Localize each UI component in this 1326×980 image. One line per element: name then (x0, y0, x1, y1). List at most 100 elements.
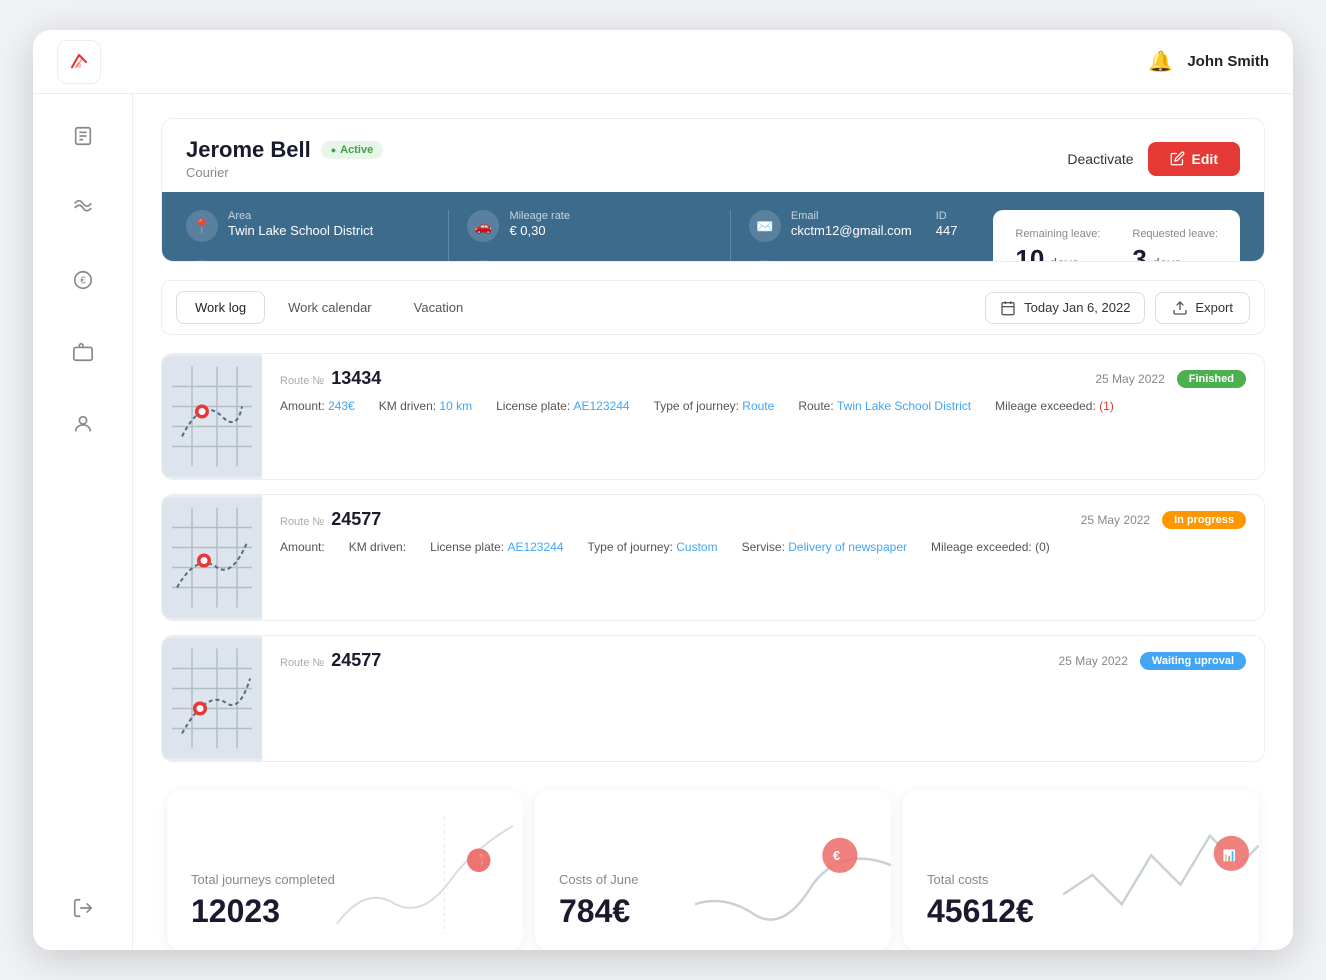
export-button[interactable]: Export (1155, 292, 1250, 324)
phone-icon: 📞 (749, 260, 781, 262)
notification-bell-icon[interactable]: 🔔 (1148, 49, 1173, 74)
status-badge-2: In progress (1162, 511, 1246, 529)
svg-text:📍: 📍 (475, 853, 490, 867)
top-bar: 🔔 John Smith (33, 30, 1293, 94)
profile-role: Courier (186, 165, 383, 180)
detail-route-1: Route: Twin Lake School District (798, 399, 971, 413)
sidebar: € (33, 94, 133, 950)
info-col-3: ✉️ Email ckctm12@gmail.com ID (749, 210, 993, 262)
route-number-2: Route № 24577 (280, 509, 381, 530)
deactivate-button[interactable]: Deactivate (1067, 151, 1133, 167)
export-label: Export (1195, 300, 1233, 315)
detail-km-1: KM driven: 10 km (379, 399, 472, 413)
route-card: Route № 24577 25 May 2022 Waiting uprova… (161, 635, 1265, 762)
route-map-2 (162, 495, 262, 620)
detail-mileage-1: Mileage exceeded: (1) (995, 399, 1114, 413)
tabs-row: Work log Work calendar Vacation Today Ja… (161, 280, 1265, 335)
info-phone: 📞 Phone (+33)7 65 55 72 67 (749, 260, 993, 262)
detail-journey-2: Type of journey: Custom (588, 540, 718, 554)
route-card: Route № 13434 25 May 2022 Finished Amoun… (161, 353, 1265, 480)
route-date-3: 25 May 2022 (1059, 654, 1128, 668)
remaining-leave-label: Remaining leave: (1015, 228, 1100, 240)
date-filter[interactable]: Today Jan 6, 2022 (985, 292, 1145, 324)
route-number-3: Route № 24577 (280, 650, 381, 671)
svg-text:€: € (80, 276, 86, 287)
remaining-leave-value: 10 days (1015, 244, 1100, 263)
supervisor-icon: 👤 (186, 260, 218, 262)
requested-leave-block: Requested leave: 3 days (1132, 228, 1218, 263)
detail-km-2: KM driven: (349, 540, 406, 554)
route-top-row-1: Route № 13434 25 May 2022 Finished (280, 368, 1246, 389)
main-layout: € Jerome Bell Active (33, 94, 1293, 950)
sidebar-item-finance[interactable]: € (61, 258, 105, 302)
route-body-3: Route № 24577 25 May 2022 Waiting uprova… (262, 636, 1264, 761)
supervisor-label: Supervisor (228, 260, 324, 262)
sidebar-item-logout[interactable] (61, 886, 105, 930)
app-logo (57, 40, 101, 84)
svg-text:€: € (833, 848, 840, 863)
status-badge: Active (321, 141, 383, 159)
route-body-1: Route № 13434 25 May 2022 Finished Amoun… (262, 354, 1264, 479)
route-top-row-3: Route № 24577 25 May 2022 Waiting uprova… (280, 650, 1246, 671)
detail-plate-1: License plate: AE123244 (496, 399, 629, 413)
tab-vacation[interactable]: Vacation (395, 291, 483, 324)
route-meta-right-2: 25 May 2022 In progress (1081, 511, 1246, 529)
area-label: Area (228, 210, 373, 222)
info-col-2: 🚗 Mileage rate € 0,30 👥 Substitute (467, 210, 711, 262)
sidebar-item-work[interactable] (61, 330, 105, 374)
profile-name-block: Jerome Bell Active Courier (186, 137, 383, 180)
route-map-3 (162, 636, 262, 761)
stat-card-total-costs: Total costs 45612€ 📊 (903, 790, 1259, 950)
user-name-label: John Smith (1187, 53, 1269, 70)
detail-journey-1: Type of journey: Route (654, 399, 775, 413)
profile-actions: Deactivate Edit (1067, 142, 1240, 176)
info-area: 📍 Area Twin Lake School District (186, 210, 430, 242)
detail-service-2: Servise: Delivery of newspaper (742, 540, 907, 554)
route-card: Route № 24577 25 May 2022 In progress Am… (161, 494, 1265, 621)
calendar-icon (1000, 300, 1016, 316)
route-date-1: 25 May 2022 (1095, 372, 1164, 386)
route-meta-right-1: 25 May 2022 Finished (1095, 370, 1246, 388)
requested-leave-value: 3 days (1132, 244, 1218, 263)
stat-card-costs-june: Costs of June 784€ € (535, 790, 891, 950)
profile-top: Jerome Bell Active Courier Deactivate Ed… (162, 119, 1264, 192)
detail-amount-2: Amount: (280, 540, 325, 554)
info-sections: 📍 Area Twin Lake School District 👤 Super… (186, 210, 993, 262)
mileage-icon: 🚗 (467, 210, 499, 242)
sidebar-item-routes[interactable] (61, 186, 105, 230)
date-filter-label: Today Jan 6, 2022 (1024, 300, 1130, 315)
remaining-leave-block: Remaining leave: 10 days (1015, 228, 1100, 263)
substitute-label: Substitute (509, 260, 579, 262)
sidebar-item-documents[interactable] (61, 114, 105, 158)
sidebar-item-people[interactable] (61, 402, 105, 446)
stats-bar: Total journeys completed 12023 📍 Costs o… (161, 790, 1265, 950)
stat-chart-total-costs: 📊 (1063, 790, 1259, 950)
edit-button[interactable]: Edit (1148, 142, 1240, 176)
route-meta-right-3: 25 May 2022 Waiting uproval (1059, 652, 1246, 670)
email-label: Email (791, 210, 912, 222)
status-badge-3: Waiting uproval (1140, 652, 1246, 670)
main-content: Jerome Bell Active Courier Deactivate Ed… (133, 94, 1293, 950)
tab-workcalendar[interactable]: Work calendar (269, 291, 391, 324)
stat-card-journeys: Total journeys completed 12023 📍 (167, 790, 523, 950)
id-value: 447 (936, 223, 958, 238)
export-icon (1172, 300, 1188, 316)
info-bar: 📍 Area Twin Lake School District 👤 Super… (162, 192, 1264, 262)
area-value: Twin Lake School District (228, 223, 373, 238)
top-right: 🔔 John Smith (1148, 49, 1269, 74)
profile-name: Jerome Bell Active (186, 137, 383, 163)
app-window: 🔔 John Smith € (33, 30, 1293, 950)
route-map-1 (162, 354, 262, 479)
info-col-1: 📍 Area Twin Lake School District 👤 Super… (186, 210, 430, 262)
detail-mileage-2: Mileage exceeded: (0) (931, 540, 1050, 554)
tab-actions: Today Jan 6, 2022 Export (985, 292, 1250, 324)
leave-card: Remaining leave: 10 days Requested leave… (993, 210, 1240, 262)
tab-worklog[interactable]: Work log (176, 291, 265, 324)
detail-amount-1: Amount: 243€ (280, 399, 355, 413)
email-value: ckctm12@gmail.com (791, 223, 912, 238)
info-email: ✉️ Email ckctm12@gmail.com ID (749, 210, 993, 242)
phone-label: Phone (791, 260, 901, 262)
route-number-1: Route № 13434 (280, 368, 381, 389)
id-label: ID (936, 210, 958, 222)
stat-chart-journeys: 📍 (327, 790, 523, 950)
